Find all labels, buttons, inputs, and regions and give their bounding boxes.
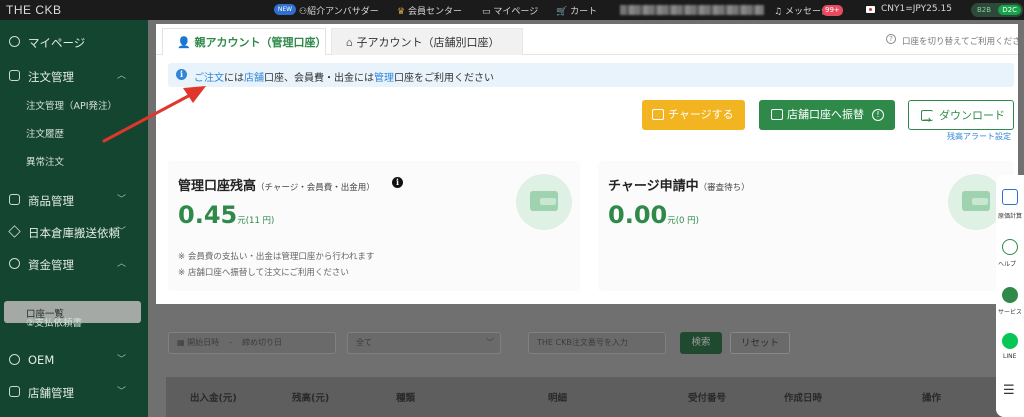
arrow-head bbox=[183, 86, 206, 103]
arrow-shaft bbox=[102, 91, 196, 143]
annotation-arrow bbox=[102, 86, 206, 143]
